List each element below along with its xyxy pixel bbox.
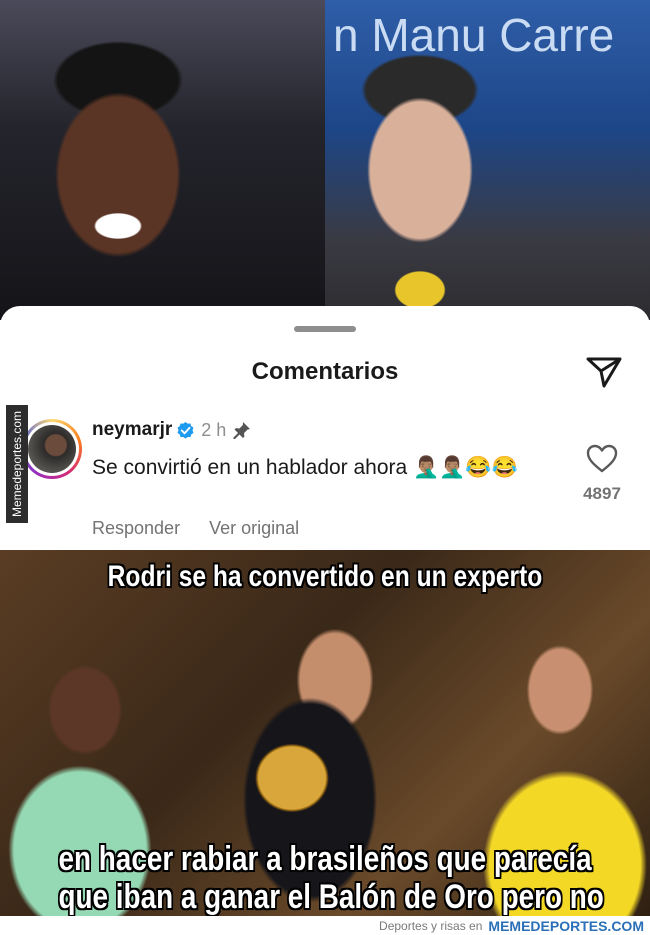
reply-button[interactable]: Responder (92, 518, 180, 539)
sheet-title: Comentarios (251, 358, 399, 385)
footer-brand[interactable]: MEMEDEPORTES.COM (488, 918, 644, 934)
verified-badge-icon (177, 421, 194, 439)
comment-actions: Responder Ver original (92, 518, 299, 539)
like-count: 4897 (583, 484, 621, 503)
left-photo (0, 0, 325, 320)
footer-bar: Deportes y risas en MEMEDEPORTES.COM (0, 916, 650, 935)
meme-caption-line-2: que iban a ganar el Balón de Oro pero no (58, 878, 604, 916)
meme-caption-bottom: en hacer rabiar a brasileños que parecía… (58, 840, 604, 916)
avatar[interactable] (22, 419, 82, 479)
send-icon[interactable] (584, 352, 624, 392)
right-photo: n Manu Carre (325, 0, 650, 320)
meme-caption-top: Rodri se ha convertido en un experto (107, 560, 543, 593)
footer-watermark: Deportes y risas en MEMEDEPORTES.COM (379, 916, 644, 935)
comment-text: Se convirtió en un hablador ahora 🤦🏽‍♂️🤦… (92, 456, 518, 479)
see-original-button[interactable]: Ver original (209, 518, 299, 539)
side-watermark: Memedeportes.com (6, 405, 28, 523)
comments-sheet: Comentarios neymarjr 2 h Se convirtió en… (0, 306, 650, 550)
pin-icon (233, 422, 251, 439)
comment-header: neymarjr 2 h (92, 419, 252, 441)
footer-prefix: Deportes y risas en (379, 918, 483, 933)
comment-username[interactable]: neymarjr (92, 419, 172, 441)
studio-banner: n Manu Carre (333, 9, 615, 61)
drag-handle[interactable] (294, 326, 356, 332)
comment-timestamp: 2 h (201, 419, 227, 440)
meme-caption-line-1: en hacer rabiar a brasileños que parecía (58, 840, 592, 878)
heart-icon[interactable] (586, 444, 618, 474)
